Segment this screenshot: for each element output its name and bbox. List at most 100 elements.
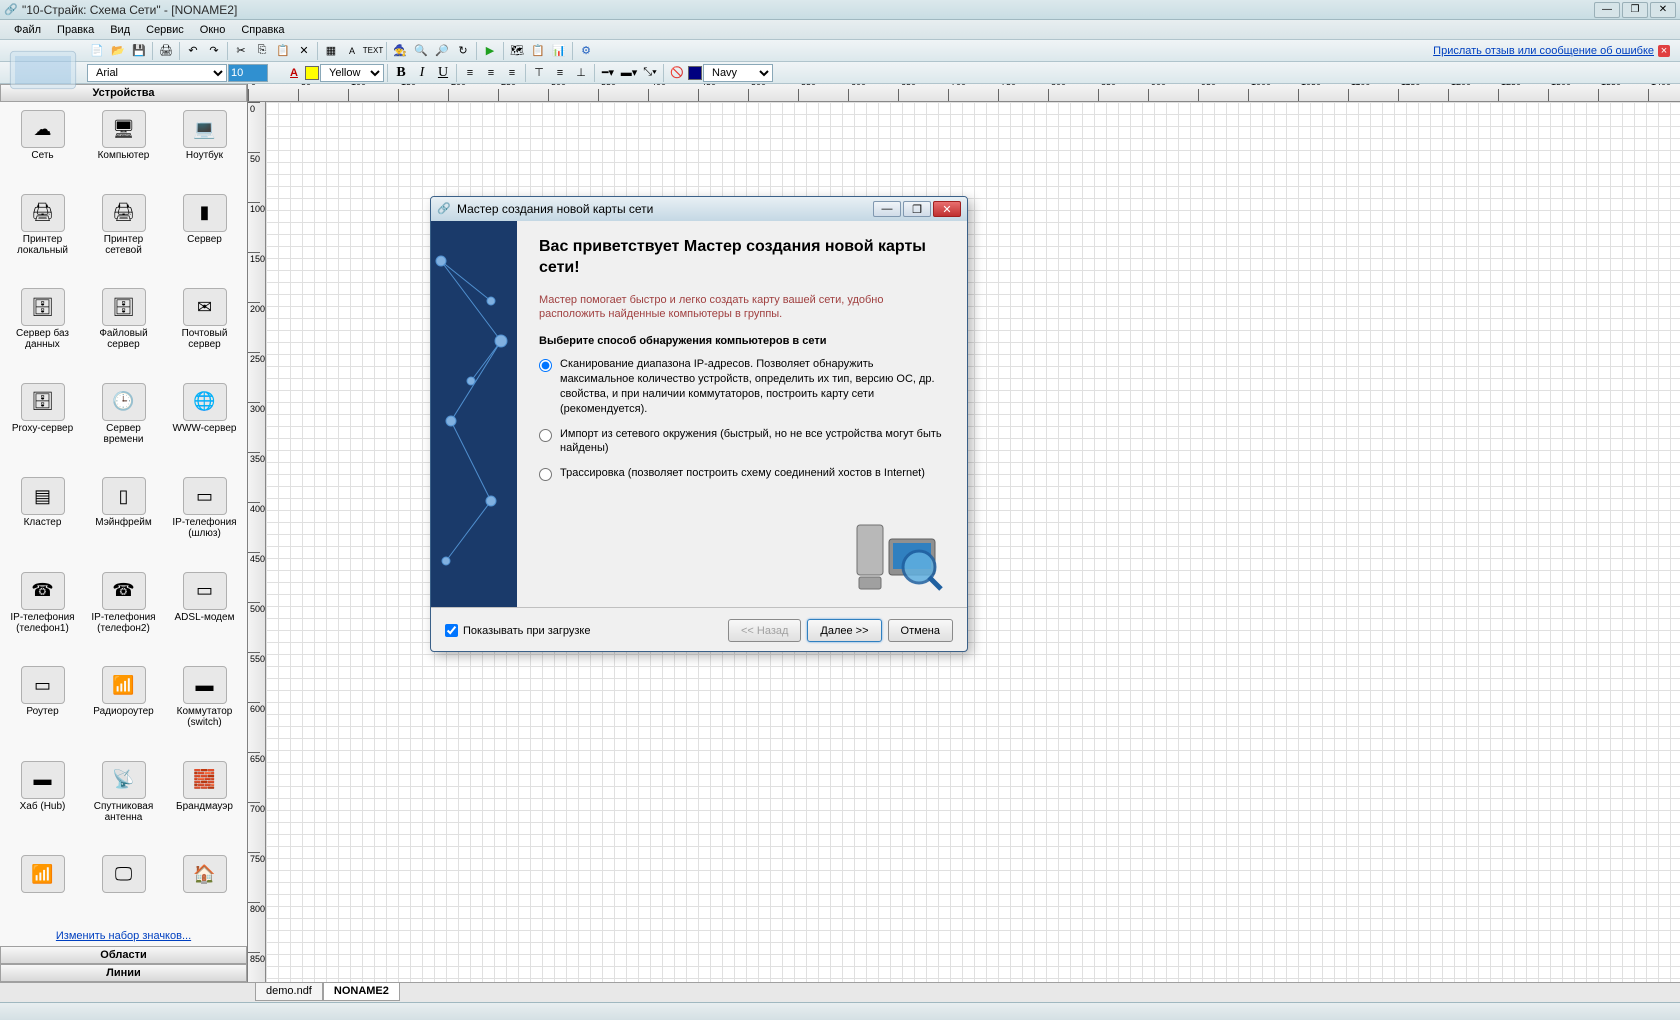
copy-button[interactable]: ⎘ <box>252 41 272 61</box>
device-item[interactable]: ✉Почтовый сервер <box>164 284 245 377</box>
line-width-button[interactable]: ▬▾ <box>619 63 639 83</box>
dialog-close-button[interactable]: ✕ <box>933 201 961 217</box>
line-color-swatch[interactable] <box>688 66 702 80</box>
feedback-link[interactable]: Прислать отзыв или сообщение об ошибке× <box>1433 45 1670 57</box>
device-item[interactable]: 🌐WWW-сервер <box>164 379 245 472</box>
device-item[interactable]: ▮Сервер <box>164 190 245 283</box>
device-item[interactable]: ▯Мэйнфрейм <box>83 473 164 566</box>
line-color-select[interactable]: Navy <box>703 64 773 82</box>
menu-help[interactable]: Справка <box>233 22 292 38</box>
show-on-start-checkbox[interactable] <box>445 624 458 637</box>
print-button[interactable]: 🖨 <box>156 41 176 61</box>
device-item[interactable]: 🗄Proxy-сервер <box>2 379 83 472</box>
bold-button[interactable]: B <box>391 63 411 83</box>
device-item[interactable]: 🏠 <box>164 851 245 922</box>
cut-button[interactable]: ✂ <box>231 41 251 61</box>
fill-color-swatch[interactable] <box>305 66 319 80</box>
option-trace-radio[interactable] <box>539 468 552 481</box>
align-center-button[interactable]: ≡ <box>481 63 501 83</box>
fill-color-select[interactable]: Yellow <box>320 64 384 82</box>
close-button[interactable]: ✕ <box>1650 2 1676 18</box>
device-item[interactable]: 🗄Сервер баз данных <box>2 284 83 377</box>
font-size-input[interactable] <box>228 64 268 82</box>
dialog-maximize-button[interactable]: ❐ <box>903 201 931 217</box>
device-item[interactable]: 🖵 <box>83 851 164 922</box>
menu-edit[interactable]: Правка <box>49 22 102 38</box>
valign-bottom-button[interactable]: ⊥ <box>571 63 591 83</box>
align-left-button[interactable]: ≡ <box>460 63 480 83</box>
devices-sidebar: Устройства ☁Сеть🖥Компьютер💻Ноутбук🖨Принт… <box>0 84 248 982</box>
tab-demo[interactable]: demo.ndf <box>255 983 323 1001</box>
device-item[interactable]: 📶Радиороутер <box>83 662 164 755</box>
device-item[interactable]: 🧱Брандмауэр <box>164 757 245 850</box>
device-item[interactable]: ▤Кластер <box>2 473 83 566</box>
run-button[interactable]: ▶ <box>480 41 500 61</box>
feedback-close-icon[interactable]: × <box>1658 45 1670 57</box>
text-label-button[interactable]: TEXT <box>363 41 383 61</box>
change-icons-link[interactable]: Изменить набор значков... <box>0 926 247 946</box>
text-color-button[interactable]: A <box>284 63 304 83</box>
redo-button[interactable]: ↷ <box>204 41 224 61</box>
device-item[interactable]: 🖥Компьютер <box>83 106 164 188</box>
device-icon: 🧱 <box>183 761 227 799</box>
maximize-button[interactable]: ❐ <box>1622 2 1648 18</box>
device-item[interactable]: 🖨Принтер сетевой <box>83 190 164 283</box>
settings-button[interactable]: ⚙ <box>576 41 596 61</box>
menu-file[interactable]: Файл <box>6 22 49 38</box>
align-button[interactable]: ▦ <box>321 41 341 61</box>
dialog-minimize-button[interactable]: — <box>873 201 901 217</box>
device-item[interactable]: 💻Ноутбук <box>164 106 245 188</box>
save-button[interactable]: 💾 <box>129 41 149 61</box>
next-button[interactable]: Далее >> <box>807 619 881 642</box>
tab-noname2[interactable]: NONAME2 <box>323 983 400 1001</box>
device-item[interactable]: ☎IP-телефония (телефон2) <box>83 568 164 661</box>
list-button[interactable]: 📋 <box>528 41 548 61</box>
device-item[interactable]: 🖨Принтер локальный <box>2 190 83 283</box>
option-import-radio[interactable] <box>539 429 552 442</box>
delete-button[interactable]: ✕ <box>294 41 314 61</box>
undo-button[interactable]: ↶ <box>183 41 203 61</box>
valign-middle-button[interactable]: ≡ <box>550 63 570 83</box>
sidebar-header-lines[interactable]: Линии <box>0 964 247 982</box>
paste-button[interactable]: 📋 <box>273 41 293 61</box>
map-button[interactable]: 🗺 <box>507 41 527 61</box>
underline-button[interactable]: U <box>433 63 453 83</box>
back-button[interactable]: << Назад <box>728 619 801 642</box>
align-right-button[interactable]: ≡ <box>502 63 522 83</box>
arrow-style-button[interactable]: ⤡▾ <box>640 63 660 83</box>
no-fill-button[interactable]: 🚫 <box>667 63 687 83</box>
device-item[interactable]: ▬Хаб (Hub) <box>2 757 83 850</box>
device-item[interactable]: 📡Спутниковая антенна <box>83 757 164 850</box>
menu-window[interactable]: Окно <box>192 22 234 38</box>
device-item[interactable]: ☁Сеть <box>2 106 83 188</box>
device-label: Роутер <box>26 706 58 717</box>
device-item[interactable]: 🕒Сервер времени <box>83 379 164 472</box>
valign-top-button[interactable]: ⊤ <box>529 63 549 83</box>
font-name-select[interactable]: Arial <box>87 64 227 82</box>
cancel-button[interactable]: Отмена <box>888 619 953 642</box>
report-button[interactable]: 📊 <box>549 41 569 61</box>
open-button[interactable]: 📂 <box>108 41 128 61</box>
device-item[interactable]: ▭ADSL-модем <box>164 568 245 661</box>
device-item[interactable]: ▭IP-телефония (шлюз) <box>164 473 245 566</box>
device-item[interactable]: 🗄Файловый сервер <box>83 284 164 377</box>
text-tool-button[interactable]: A <box>342 41 362 61</box>
menu-service[interactable]: Сервис <box>138 22 192 38</box>
new-button[interactable]: 📄 <box>87 41 107 61</box>
sidebar-header-areas[interactable]: Области <box>0 946 247 964</box>
device-item[interactable]: ▬Коммутатор (switch) <box>164 662 245 755</box>
minimize-button[interactable]: — <box>1594 2 1620 18</box>
scan-button[interactable]: 🔍 <box>411 41 431 61</box>
device-item[interactable]: ☎IP-телефония (телефон1) <box>2 568 83 661</box>
device-item[interactable]: ▭Роутер <box>2 662 83 755</box>
sidebar-header-devices[interactable]: Устройства <box>0 84 247 102</box>
wizard-button[interactable]: 🧙 <box>390 41 410 61</box>
italic-button[interactable]: I <box>412 63 432 83</box>
menu-view[interactable]: Вид <box>102 22 138 38</box>
refresh-button[interactable]: ↻ <box>453 41 473 61</box>
option-ip-scan-radio[interactable] <box>539 359 552 372</box>
search-button[interactable]: 🔎 <box>432 41 452 61</box>
device-label: Сервер баз данных <box>5 328 81 350</box>
line-style-button[interactable]: ━▾ <box>598 63 618 83</box>
device-item[interactable]: 📶 <box>2 851 83 922</box>
